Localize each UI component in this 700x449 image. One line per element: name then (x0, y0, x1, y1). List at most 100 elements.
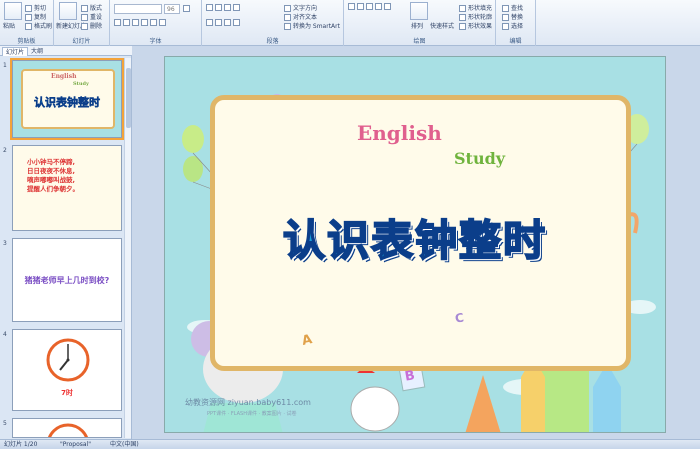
bullets-icon (206, 4, 213, 11)
italic-icon (123, 19, 130, 26)
poem-line: 小小钟马不停蹄, (27, 158, 75, 166)
grow-font-icon[interactable] (183, 5, 192, 12)
study-text[interactable]: Study (454, 149, 505, 168)
font-name-box[interactable] (114, 4, 162, 14)
paragraph-group: 文字方向 对齐文本 转换为 SmartArt 段落 (202, 0, 344, 46)
slide[interactable]: English Study 认识表钟整时 A B C 幼教资源网 ziyuan.… (164, 56, 666, 433)
arrange-button[interactable] (410, 2, 428, 20)
slide-thumbnail-1[interactable]: English Study 认识表钟整时 (10, 58, 124, 140)
copy-icon (25, 14, 32, 21)
clock-icon (46, 338, 90, 382)
english-text[interactable]: English (357, 121, 442, 145)
outline-icon (459, 14, 466, 21)
arrange-label: 排列 (411, 23, 424, 30)
slide-position: 幻灯片 1/20 (4, 441, 38, 448)
smartart-button[interactable]: 转换为 SmartArt (284, 21, 340, 30)
strike-icon (141, 19, 148, 26)
line-icon (357, 3, 364, 10)
find-icon (502, 5, 509, 12)
justify-icon (233, 19, 240, 26)
delete-icon (81, 23, 88, 30)
text-direction-button[interactable]: 文字方向 (284, 3, 317, 12)
slide-title[interactable]: 认识表钟整时 (165, 207, 665, 268)
thumb-number: 4 (3, 331, 7, 338)
panel-tabs: 幻灯片 大纲 (0, 46, 132, 56)
theme-name[interactable]: "Proposal" (60, 440, 91, 449)
panel-scrollbar[interactable] (124, 58, 131, 438)
tab-outline[interactable]: 大纲 (28, 47, 46, 56)
paste-label: 粘贴 (3, 23, 16, 30)
drawing-group-label: 绘图 (413, 38, 426, 45)
thumb-english: English (51, 73, 77, 80)
slide-thumbnail-4[interactable]: 7时 (12, 329, 122, 411)
find-button[interactable]: 查找 (502, 3, 523, 12)
list-buttons[interactable] (206, 4, 242, 11)
font-style-buttons[interactable] (114, 19, 168, 26)
thumb-study: Study (73, 81, 89, 87)
watermark-text: 幼教资源网 ziyuan.baby611.com (185, 398, 311, 407)
cut-button[interactable]: 剪切 (25, 3, 46, 12)
language-indicator[interactable]: 中文(中国) (110, 440, 139, 449)
font-size-box[interactable]: 96 (164, 4, 180, 14)
delete-button[interactable]: 删除 (81, 21, 102, 30)
tab-slides[interactable]: 幻灯片 (2, 47, 29, 56)
letter-c: C (454, 310, 465, 326)
poem-line: 日日夜夜不休息, (27, 167, 75, 175)
paragraph-group-label: 段落 (266, 38, 279, 45)
shape-fill-button[interactable]: 形状填充 (459, 3, 492, 12)
effects-icon (459, 23, 466, 30)
new-slide-button[interactable] (59, 2, 77, 20)
align-center-icon (215, 19, 222, 26)
align-right-icon (224, 19, 231, 26)
status-bar: 幻灯片 1/20 "Proposal" 中文(中国) (0, 439, 700, 449)
slide-thumbnail-2[interactable]: 小小钟马不停蹄, 日日夜夜不休息, 嘀声嘟嘟叫战鼓, 提醒人们争朝夕。 (12, 145, 122, 231)
replace-icon (502, 14, 509, 21)
thumb-poem: 小小钟马不停蹄, 日日夜夜不休息, 嘀声嘟嘟叫战鼓, 提醒人们争朝夕。 (27, 158, 79, 194)
underline-icon (132, 19, 139, 26)
ribbon: 粘贴 剪切 复制 格式刷 剪贴板 新建幻灯片 版式 重设 删除 幻灯片 96 字… (0, 0, 700, 46)
select-button[interactable]: 选择 (502, 21, 523, 30)
shape-outline-button[interactable]: 形状轮廓 (459, 12, 492, 21)
align-text-icon (284, 14, 291, 21)
shape-effects-button[interactable]: 形状效果 (459, 21, 492, 30)
numbering-icon (215, 4, 222, 11)
arrow-icon (366, 3, 373, 10)
smartart-icon (284, 23, 291, 30)
align-left-icon (206, 19, 213, 26)
font-color-icon (159, 19, 166, 26)
slide-thumbnail-5[interactable] (12, 418, 122, 438)
reset-button[interactable]: 重设 (81, 12, 102, 21)
align-text-button[interactable]: 对齐文本 (284, 12, 317, 21)
oval-icon (375, 3, 382, 10)
replace-button[interactable]: 替换 (502, 12, 523, 21)
slides-panel: 幻灯片 大纲 1 English Study 认识表钟整时 2 小小钟马不停蹄,… (0, 46, 132, 439)
fill-icon (459, 5, 466, 12)
thumb-question: 猪猪老师早上几时到校? (24, 276, 110, 285)
font-group: 96 字体 (110, 0, 202, 46)
layout-button[interactable]: 版式 (81, 3, 102, 12)
rooster-illustration (350, 369, 400, 432)
slide-thumbnail-3[interactable]: 猪猪老师早上几时到校? (12, 238, 122, 322)
align-buttons[interactable] (206, 19, 242, 26)
shapes-gallery[interactable] (348, 3, 393, 10)
thumb-number: 3 (3, 240, 7, 247)
rectangle-icon (348, 3, 355, 10)
thumb-number: 1 (3, 62, 7, 69)
font-group-label: 字体 (149, 38, 162, 45)
paste-button[interactable] (4, 2, 22, 20)
copy-button[interactable]: 复制 (25, 12, 46, 21)
thumb-number: 2 (3, 147, 7, 154)
clipboard-group: 粘贴 剪切 复制 格式刷 剪贴板 (0, 0, 54, 46)
slides-group: 新建幻灯片 版式 重设 删除 幻灯片 (54, 0, 110, 46)
shadow-icon (150, 19, 157, 26)
thumb-number: 5 (3, 420, 7, 427)
poem-line: 嘀声嘟嘟叫战鼓, (27, 176, 75, 184)
text-direction-icon (284, 5, 291, 12)
editing-group-label: 编辑 (509, 38, 522, 45)
slides-group-label: 幻灯片 (72, 38, 91, 45)
scroll-thumb[interactable] (126, 68, 131, 128)
triangle-icon (384, 3, 391, 10)
format-painter-button[interactable]: 格式刷 (25, 21, 52, 30)
quick-styles-label[interactable]: 快速样式 (430, 21, 454, 30)
editing-group: 查找 替换 选择 编辑 (496, 0, 536, 46)
